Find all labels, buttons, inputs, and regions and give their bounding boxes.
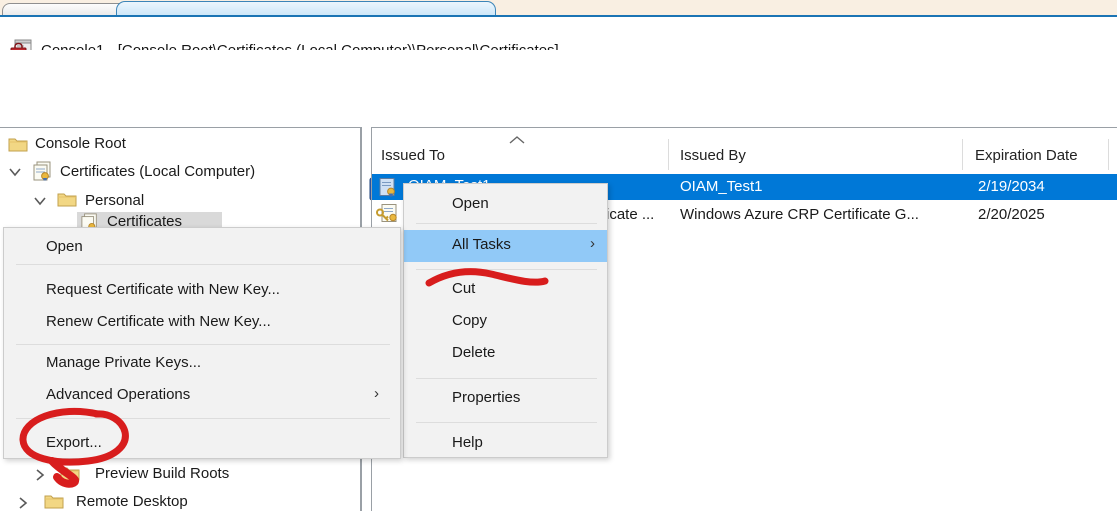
tree-item-console-root[interactable]: Console Root <box>0 133 360 157</box>
column-separator[interactable] <box>1108 139 1109 170</box>
tree-item-personal[interactable]: Personal <box>0 187 360 213</box>
cell-issued-to-truncated: icate ... <box>606 206 654 223</box>
chevron-down-icon <box>9 167 21 177</box>
browser-tab-strip <box>0 0 1117 17</box>
toolbar: ? <box>0 86 1117 127</box>
folder-icon <box>8 136 28 152</box>
chevron-right-icon <box>18 497 28 509</box>
column-separator[interactable] <box>668 139 669 170</box>
mmc-window: Console1 - [Console Root\Certificates (L… <box>0 0 1117 511</box>
column-header-issued-by[interactable]: Issued By <box>680 147 746 164</box>
submenu-arrow-icon: › <box>590 235 595 252</box>
menu-item-advanced-operations[interactable]: Advanced Operations › <box>4 386 400 408</box>
menu-item-open[interactable]: Open <box>4 238 400 260</box>
menu-item-export[interactable]: Export... <box>4 434 400 456</box>
all-tasks-submenu: Open Request Certificate with New Key...… <box>3 227 401 459</box>
context-menu: Open All Tasks › Cut Copy Delete Propert… <box>403 183 608 458</box>
tree-item-remote-desktop[interactable]: Remote Desktop <box>0 490 360 511</box>
certificates-folder-icon <box>80 213 100 227</box>
tree-item-preview-build-roots[interactable]: Preview Build Roots <box>0 462 360 486</box>
folder-icon <box>44 493 64 509</box>
chevron-right-icon <box>35 469 45 481</box>
menu-item-open[interactable]: Open <box>404 195 607 217</box>
menu-bar: File Action View Favorites Window Help <box>0 50 1117 86</box>
certificate-icon <box>377 177 399 198</box>
sort-ascending-icon <box>508 135 526 145</box>
column-header-issued-to[interactable]: Issued To <box>381 147 445 164</box>
tree-item-certificates-local-computer[interactable]: Certificates (Local Computer) <box>0 159 360 185</box>
chevron-down-icon <box>34 196 46 206</box>
certificates-snapin-icon <box>32 161 54 181</box>
certificate-with-key-icon <box>376 203 399 226</box>
menu-item-delete[interactable]: Delete <box>404 344 607 366</box>
menu-item-copy[interactable]: Copy <box>404 312 607 334</box>
cell-expiration-date: 2/19/2034 <box>978 178 1045 195</box>
menu-item-help[interactable]: Help <box>404 434 607 456</box>
menu-item-cut[interactable]: Cut <box>404 280 607 302</box>
menu-item-request-certificate-new-key[interactable]: Request Certificate with New Key... <box>4 281 400 303</box>
cell-expiration-date: 2/20/2025 <box>978 206 1045 223</box>
menu-item-manage-private-keys[interactable]: Manage Private Keys... <box>4 354 400 376</box>
cell-issued-by: Windows Azure CRP Certificate G... <box>680 206 919 223</box>
tree-item-certificates-selected[interactable]: Certificates <box>77 212 222 227</box>
submenu-arrow-icon: › <box>374 385 379 402</box>
column-header-expiration-date[interactable]: Expiration Date <box>975 147 1078 164</box>
folder-icon <box>60 465 80 481</box>
menu-item-all-tasks[interactable]: All Tasks › <box>404 230 607 262</box>
menu-item-renew-certificate-new-key[interactable]: Renew Certificate with New Key... <box>4 313 400 335</box>
column-separator[interactable] <box>962 139 963 170</box>
menu-item-properties[interactable]: Properties <box>404 389 607 411</box>
title-bar: Console1 - [Console Root\Certificates (L… <box>0 17 1117 50</box>
cell-issued-by: OIAM_Test1 <box>680 178 763 195</box>
folder-icon <box>57 191 77 207</box>
